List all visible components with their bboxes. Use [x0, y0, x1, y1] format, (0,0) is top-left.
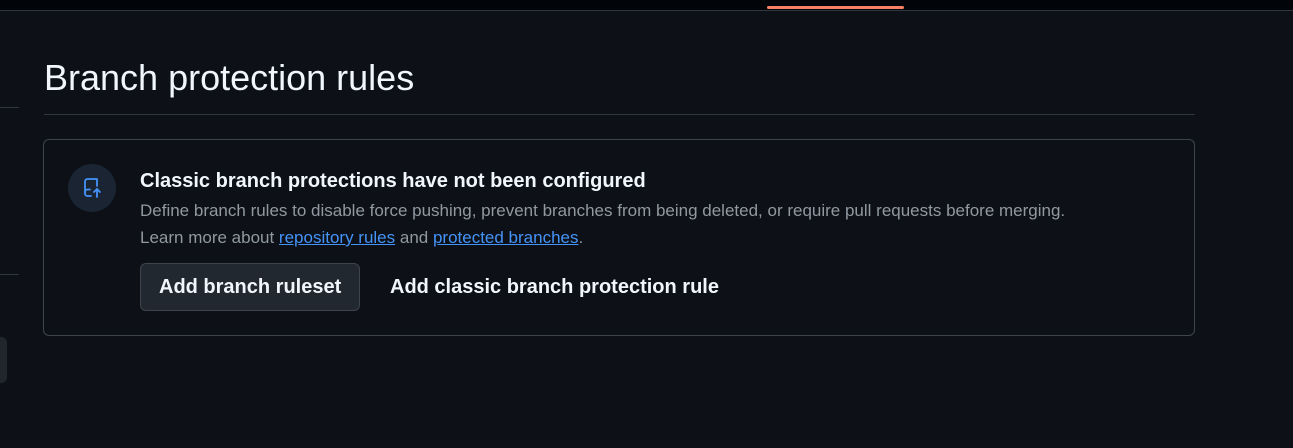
- empty-state-description: Define branch rules to disable force pus…: [140, 201, 1066, 220]
- learn-more-and: and: [395, 228, 433, 247]
- repo-push-icon: [68, 164, 116, 212]
- sidebar-selected-item[interactable]: [0, 337, 7, 383]
- protected-branches-link[interactable]: protected branches: [433, 228, 579, 247]
- add-classic-branch-protection-rule-button[interactable]: Add classic branch protection rule: [380, 263, 729, 311]
- sidebar-divider: [0, 107, 19, 108]
- repository-rules-link[interactable]: repository rules: [279, 228, 395, 247]
- empty-state-title: Classic branch protections have not been…: [140, 170, 646, 192]
- sidebar-divider: [0, 274, 19, 275]
- learn-more-line: Learn more about repository rules and pr…: [140, 224, 1065, 251]
- top-navigation-bar: [0, 0, 1293, 11]
- empty-state-card: Classic branch protections have not been…: [43, 139, 1195, 336]
- learn-more-suffix: .: [578, 228, 584, 247]
- empty-state-description-block: Define branch rules to disable force pus…: [140, 197, 1065, 251]
- title-divider: [44, 114, 1195, 115]
- page-title: Branch protection rules: [44, 57, 415, 98]
- learn-more-prefix: Learn more about: [140, 228, 279, 247]
- add-branch-ruleset-button[interactable]: Add branch ruleset: [140, 263, 361, 311]
- selected-tab-indicator: [767, 6, 904, 9]
